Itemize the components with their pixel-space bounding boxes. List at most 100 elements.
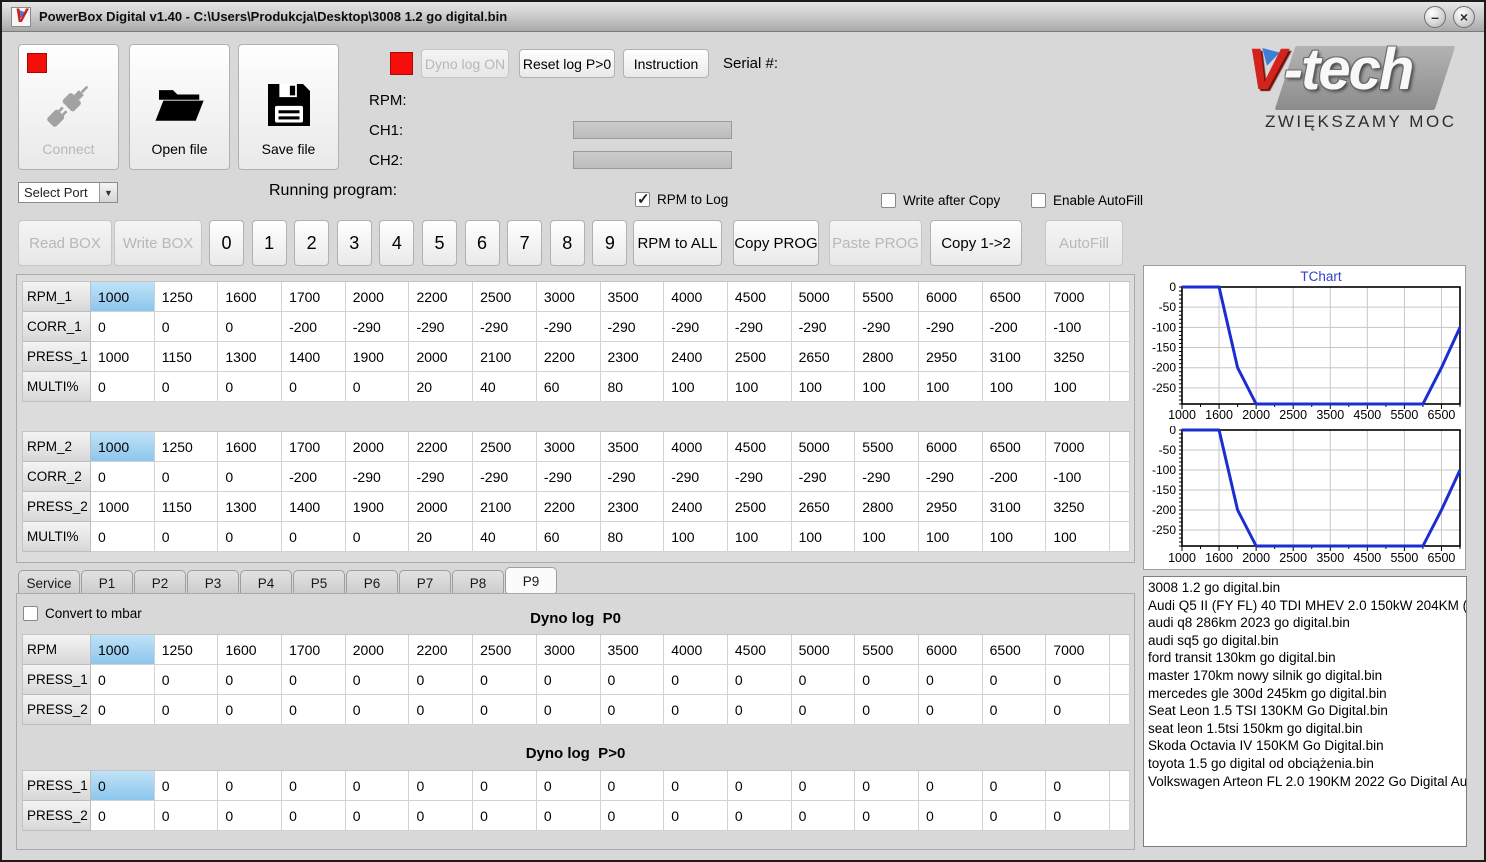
- table-cell[interactable]: 0: [600, 665, 665, 695]
- table-cell[interactable]: 2200: [536, 342, 601, 372]
- table-cell[interactable]: 1300: [218, 492, 283, 522]
- file-list-item[interactable]: Seat Leon 1.5 TSI 130KM Go Digital.bin: [1148, 702, 1466, 720]
- table-cell[interactable]: -290: [536, 462, 601, 492]
- table-cell[interactable]: 2800: [855, 342, 919, 372]
- table-cell[interactable]: 0: [536, 771, 601, 801]
- table-cell[interactable]: -290: [600, 312, 665, 342]
- table-cell[interactable]: 0: [982, 665, 1047, 695]
- table-cell[interactable]: -290: [791, 462, 856, 492]
- table-cell[interactable]: 2000: [409, 492, 474, 522]
- table-cell[interactable]: 6000: [918, 282, 983, 312]
- table-cell[interactable]: 60: [536, 522, 601, 552]
- table-cell[interactable]: 6000: [918, 635, 983, 665]
- table-cell[interactable]: 2650: [791, 342, 856, 372]
- table-cell[interactable]: 80: [600, 522, 665, 552]
- table-cell[interactable]: 0: [727, 695, 792, 725]
- reset-log-button[interactable]: Reset log P>0: [519, 49, 615, 78]
- tab-service[interactable]: Service: [18, 570, 80, 595]
- table-cell[interactable]: 100: [918, 372, 983, 402]
- table-cell[interactable]: 2500: [727, 492, 792, 522]
- table-cell[interactable]: 0: [664, 665, 728, 695]
- table-cell[interactable]: 100: [982, 372, 1047, 402]
- digit-button-5[interactable]: 5: [421, 220, 457, 266]
- table-cell[interactable]: -290: [600, 462, 665, 492]
- table-cell[interactable]: 4500: [727, 432, 792, 462]
- file-list-item[interactable]: Volkswagen Arteon FL 2.0 190KM 2022 Go D…: [1148, 773, 1466, 791]
- table-cell[interactable]: 100: [1046, 522, 1110, 552]
- table-cell[interactable]: 0: [345, 801, 410, 831]
- digit-button-7[interactable]: 7: [507, 220, 543, 266]
- table-cell[interactable]: 0: [218, 665, 283, 695]
- table-cell[interactable]: 0: [791, 801, 856, 831]
- table-cell[interactable]: -290: [855, 312, 919, 342]
- file-list-item[interactable]: Skoda Octavia IV 150KM Go Digital.bin: [1148, 737, 1466, 755]
- tab-p7[interactable]: P7: [399, 570, 451, 595]
- table-cell[interactable]: -290: [727, 462, 792, 492]
- table-cell[interactable]: 0: [918, 801, 983, 831]
- connect-button[interactable]: Connect: [18, 44, 119, 170]
- select-port-dropdown[interactable]: Select Port ▼: [18, 182, 118, 203]
- table-cell[interactable]: 0: [855, 665, 919, 695]
- table-cell[interactable]: 0: [154, 372, 219, 402]
- table-cell[interactable]: 20: [409, 522, 474, 552]
- table-cell[interactable]: 1900: [345, 342, 410, 372]
- table-cell[interactable]: 0: [409, 801, 474, 831]
- table-cell[interactable]: 1150: [154, 492, 219, 522]
- table-cell[interactable]: 2500: [473, 432, 537, 462]
- table-cell[interactable]: 0: [664, 771, 728, 801]
- file-list-item[interactable]: audi q8 286km 2023 go digital.bin: [1148, 614, 1466, 632]
- table-cell[interactable]: 100: [1046, 372, 1110, 402]
- table-cell[interactable]: 0: [154, 522, 219, 552]
- table-cell[interactable]: 100: [727, 522, 792, 552]
- table-cell[interactable]: 40: [473, 372, 537, 402]
- table-cell[interactable]: 100: [791, 372, 856, 402]
- table-cell[interactable]: 0: [154, 771, 219, 801]
- copy-1-to-2-button[interactable]: Copy 1->2: [930, 220, 1022, 266]
- table-cell[interactable]: 3000: [536, 432, 601, 462]
- close-button[interactable]: ×: [1453, 5, 1475, 28]
- copy-prog-button[interactable]: Copy PROG: [733, 220, 819, 266]
- table-cell[interactable]: 40: [473, 522, 537, 552]
- table-cell[interactable]: 0: [727, 771, 792, 801]
- table-cell[interactable]: 0: [664, 801, 728, 831]
- table-cell[interactable]: 100: [918, 522, 983, 552]
- table-cell[interactable]: 1000: [91, 492, 155, 522]
- digit-button-1[interactable]: 1: [251, 220, 287, 266]
- table-cell[interactable]: -200: [982, 462, 1047, 492]
- table-cell[interactable]: 1600: [218, 432, 283, 462]
- table-cell[interactable]: 0: [536, 801, 601, 831]
- file-list-item[interactable]: ford transit 130km go digital.bin: [1148, 649, 1466, 667]
- table-cell[interactable]: 3500: [600, 635, 665, 665]
- tab-p8[interactable]: P8: [452, 570, 504, 595]
- table-cell[interactable]: 1400: [282, 342, 346, 372]
- table-cell[interactable]: 0: [345, 522, 410, 552]
- table-cell[interactable]: 6500: [982, 635, 1047, 665]
- table-cell[interactable]: 2200: [409, 635, 474, 665]
- table-cell[interactable]: -100: [1046, 312, 1110, 342]
- table-cell[interactable]: 4500: [727, 635, 792, 665]
- table-cell[interactable]: 0: [282, 801, 346, 831]
- table-cell[interactable]: 5000: [791, 432, 856, 462]
- table-cell[interactable]: 1000: [91, 635, 155, 665]
- table-cell[interactable]: 1700: [282, 282, 346, 312]
- table-cell[interactable]: 0: [918, 695, 983, 725]
- table-cell[interactable]: 0: [218, 801, 283, 831]
- table-cell[interactable]: 0: [91, 312, 155, 342]
- table-cell[interactable]: 0: [91, 522, 155, 552]
- table-cell[interactable]: 5000: [791, 282, 856, 312]
- table-cell[interactable]: 0: [473, 771, 537, 801]
- table-cell[interactable]: 2200: [536, 492, 601, 522]
- table-cell[interactable]: 2800: [855, 492, 919, 522]
- table-cell[interactable]: 4000: [664, 432, 728, 462]
- file-list-item[interactable]: Audi Q5 II (FY FL) 40 TDI MHEV 2.0 150kW…: [1148, 597, 1466, 615]
- table-cell[interactable]: 2950: [918, 342, 983, 372]
- open-file-button[interactable]: Open file: [129, 44, 230, 170]
- save-file-button[interactable]: Save file: [238, 44, 339, 170]
- table-cell[interactable]: 0: [91, 372, 155, 402]
- table-cell[interactable]: 0: [409, 771, 474, 801]
- table-cell[interactable]: 0: [282, 695, 346, 725]
- table-cell[interactable]: 0: [982, 695, 1047, 725]
- tab-p6[interactable]: P6: [346, 570, 398, 595]
- table-cell[interactable]: 4000: [664, 282, 728, 312]
- table-cell[interactable]: 0: [282, 522, 346, 552]
